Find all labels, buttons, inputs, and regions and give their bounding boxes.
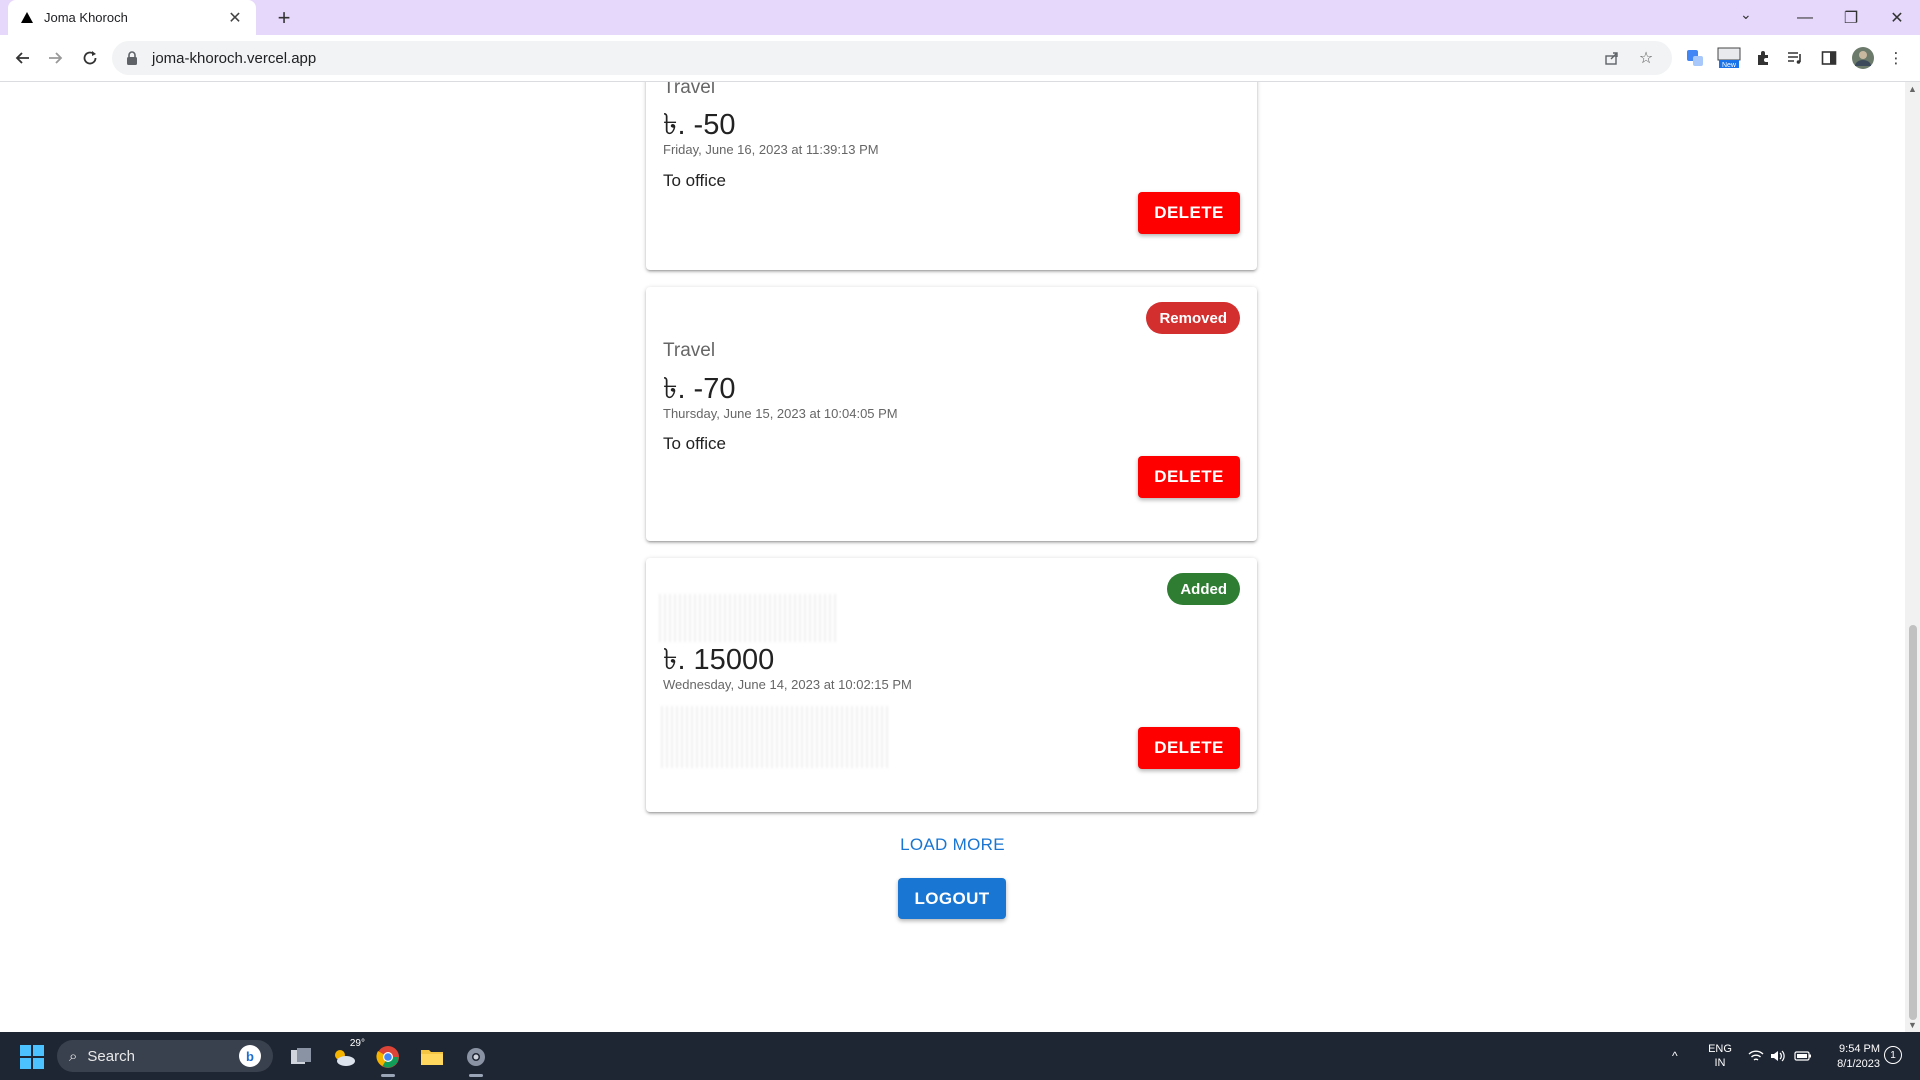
clock-time: 9:54 PM xyxy=(1839,1043,1880,1055)
transaction-category: Travel xyxy=(663,82,716,98)
transaction-date: Friday, June 16, 2023 at 11:39:13 PM xyxy=(663,142,879,157)
tab-search-chevron-icon[interactable]: ⌄ xyxy=(1740,6,1752,23)
page-scrollbar[interactable]: ▲ ▼ xyxy=(1905,82,1920,1032)
logout-button[interactable]: LOGOUT xyxy=(898,878,1006,919)
chrome-menu-icon[interactable]: ⋮ xyxy=(1884,46,1908,70)
page-viewport: Travel ৳. -50 Friday, June 16, 2023 at 1… xyxy=(0,82,1905,1032)
input-language-region: IN xyxy=(1714,1057,1726,1069)
transaction-date: Wednesday, June 14, 2023 at 10:02:15 PM xyxy=(663,677,912,692)
minimize-icon[interactable]: — xyxy=(1782,9,1828,27)
svg-text:New: New xyxy=(1722,62,1737,69)
bing-icon[interactable]: b xyxy=(239,1045,261,1067)
forward-arrow-icon[interactable] xyxy=(42,44,70,72)
status-badge-added: Added xyxy=(1167,573,1240,605)
profile-avatar[interactable] xyxy=(1851,46,1875,70)
url-text[interactable]: joma-khoroch.vercel.app xyxy=(152,50,1590,67)
taskbar-search-box[interactable]: ⌕ Search b xyxy=(57,1040,273,1072)
system-clock[interactable]: 9:54 PM 8/1/2023 xyxy=(1818,1042,1880,1072)
restore-icon[interactable]: ❐ xyxy=(1828,8,1874,28)
volume-icon[interactable] xyxy=(1770,1032,1786,1080)
tab-close-icon[interactable]: ✕ xyxy=(226,8,244,28)
window-controls: — ❐ ✕ xyxy=(1782,0,1920,35)
scrollbar-thumb[interactable] xyxy=(1909,625,1917,1020)
transaction-card: Added ৳. 15000 Wednesday, June 14, 2023 … xyxy=(646,558,1257,812)
delete-button[interactable]: DELETE xyxy=(1138,456,1240,498)
search-icon: ⌕ xyxy=(69,1047,78,1065)
wifi-icon[interactable] xyxy=(1748,1032,1764,1080)
reload-icon[interactable] xyxy=(76,44,104,72)
windows-taskbar: ⌕ Search b 29° ^ ENG IN 9:54 PM 8/1/2023… xyxy=(0,1032,1920,1080)
redacted-note xyxy=(661,706,891,768)
delete-button[interactable]: DELETE xyxy=(1138,192,1240,234)
browser-titlebar: Joma Khoroch ✕ + ⌄ — ❐ ✕ xyxy=(0,0,1920,35)
windows-start-icon[interactable] xyxy=(20,1045,44,1069)
delete-button[interactable]: DELETE xyxy=(1138,727,1240,769)
back-arrow-icon[interactable] xyxy=(8,44,36,72)
load-more-link[interactable]: LOAD MORE xyxy=(0,835,1905,855)
screenshot-extension-icon[interactable]: New xyxy=(1714,46,1744,70)
media-queue-icon[interactable] xyxy=(1783,46,1807,70)
lock-icon[interactable] xyxy=(126,51,140,65)
vercel-triangle-icon xyxy=(20,11,34,25)
clock-date: 8/1/2023 xyxy=(1837,1058,1880,1070)
transaction-note: To office xyxy=(663,434,727,453)
tab-title: Joma Khoroch xyxy=(44,10,128,25)
weather-temperature: 29° xyxy=(349,1038,365,1049)
input-language[interactable]: ENG IN xyxy=(1703,1042,1737,1070)
file-explorer-icon[interactable] xyxy=(415,1040,449,1074)
weather-icon[interactable]: 29° xyxy=(327,1038,365,1074)
transaction-card: Travel ৳. -50 Friday, June 16, 2023 at 1… xyxy=(646,82,1257,270)
browser-toolbar: joma-khoroch.vercel.app ☆ New ⋮ xyxy=(0,35,1920,82)
transaction-category: Travel xyxy=(663,340,716,361)
transaction-note: To office xyxy=(663,171,727,190)
redacted-category xyxy=(659,594,839,642)
chrome-taskbar-icon[interactable] xyxy=(371,1040,405,1077)
address-bar[interactable]: joma-khoroch.vercel.app ☆ xyxy=(112,41,1672,75)
browser-tab[interactable]: Joma Khoroch ✕ xyxy=(8,0,256,35)
settings-gear-icon[interactable] xyxy=(459,1040,493,1077)
transaction-date: Thursday, June 15, 2023 at 10:04:05 PM xyxy=(663,406,898,421)
extensions-puzzle-icon[interactable] xyxy=(1751,46,1775,70)
input-language-code: ENG xyxy=(1708,1043,1732,1055)
google-translate-extension-icon[interactable] xyxy=(1683,46,1707,70)
scroll-up-arrow-icon[interactable]: ▲ xyxy=(1908,84,1917,94)
share-icon[interactable] xyxy=(1600,46,1624,70)
taskbar-search-label: Search xyxy=(87,1047,135,1065)
transaction-card: Removed Travel ৳. -70 Thursday, June 15,… xyxy=(646,287,1257,541)
task-view-icon[interactable] xyxy=(284,1040,318,1074)
close-window-icon[interactable]: ✕ xyxy=(1874,8,1920,28)
battery-icon[interactable] xyxy=(1794,1032,1812,1080)
scroll-down-arrow-icon[interactable]: ▼ xyxy=(1908,1020,1917,1030)
show-hidden-icons-chevron-icon[interactable]: ^ xyxy=(1672,1032,1678,1080)
bookmark-star-icon[interactable]: ☆ xyxy=(1634,46,1658,70)
notification-count-badge[interactable]: 1 xyxy=(1884,1046,1902,1064)
new-tab-button[interactable]: + xyxy=(270,4,298,32)
status-badge-removed: Removed xyxy=(1146,302,1240,334)
side-panel-icon[interactable] xyxy=(1817,46,1841,70)
